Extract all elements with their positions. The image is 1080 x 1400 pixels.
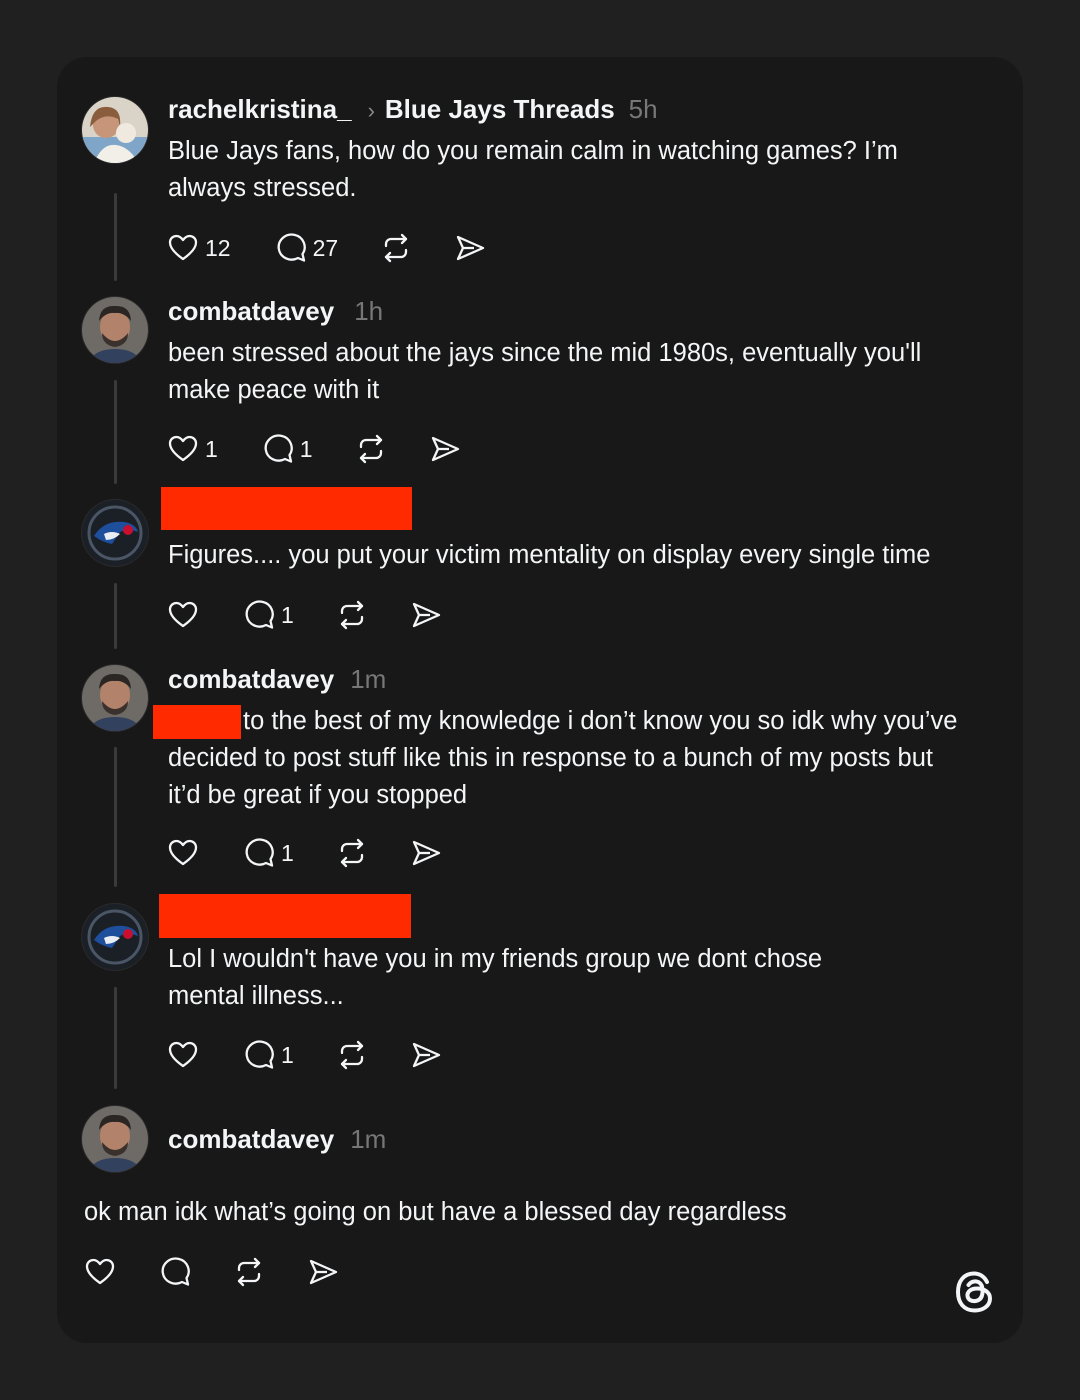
thread-line xyxy=(114,583,117,649)
send-icon xyxy=(412,1042,440,1068)
comment-icon xyxy=(161,1257,190,1286)
redacted-username xyxy=(159,894,411,938)
send-icon xyxy=(457,235,485,261)
like-count: 12 xyxy=(205,234,231,261)
repost-icon xyxy=(237,1257,261,1287)
avatar[interactable] xyxy=(82,1106,148,1172)
thread-line xyxy=(114,747,117,887)
repost-button[interactable] xyxy=(355,433,387,465)
thread-line xyxy=(114,193,117,281)
share-button[interactable] xyxy=(307,1256,339,1288)
avatar[interactable] xyxy=(82,297,148,363)
avatar[interactable] xyxy=(82,904,148,970)
redacted-mention xyxy=(153,705,241,739)
repost-button[interactable] xyxy=(380,232,412,264)
post-actions: 1 xyxy=(167,1038,442,1072)
heart-icon xyxy=(168,601,198,628)
post-actions xyxy=(84,1255,339,1289)
post-time: 1m xyxy=(350,664,387,694)
threads-logo-icon xyxy=(955,1271,993,1313)
heart-icon xyxy=(168,839,198,866)
post-time: 1m xyxy=(350,1124,387,1154)
post-header: combatdavey 1m xyxy=(168,1124,386,1154)
reply-count: 27 xyxy=(312,234,339,261)
comment-icon xyxy=(277,233,306,262)
post-text: ok man idk what’s going on but have a bl… xyxy=(84,1198,787,1226)
send-icon xyxy=(309,1259,338,1285)
heart-icon xyxy=(168,1041,198,1068)
repost-icon xyxy=(359,434,382,464)
avatar[interactable] xyxy=(82,665,148,731)
comment-icon xyxy=(245,838,274,867)
post-header: combatdavey 1h xyxy=(168,296,383,326)
repost-icon xyxy=(340,600,363,630)
chevron-right-icon: › xyxy=(367,98,375,123)
reply-button[interactable]: 27 xyxy=(275,232,339,264)
post-text: Lol I wouldn't have you in my friends gr… xyxy=(168,945,823,1010)
share-button[interactable] xyxy=(454,232,486,264)
repost-button[interactable] xyxy=(336,837,368,869)
post-header: combatdavey 1m xyxy=(168,664,386,694)
avatar[interactable] xyxy=(82,500,148,566)
post-text: to the best of my knowledge i don’t know… xyxy=(168,707,958,809)
reply-count: 1 xyxy=(281,601,294,628)
post-text: Blue Jays fans, how do you remain calm i… xyxy=(168,137,898,202)
redacted-username xyxy=(161,487,412,530)
post-time: 5h xyxy=(628,94,658,124)
username[interactable]: combatdavey xyxy=(168,664,334,694)
like-button[interactable] xyxy=(167,599,199,631)
username[interactable]: combatdavey xyxy=(168,1124,334,1154)
reply-count: 1 xyxy=(281,839,294,866)
like-button[interactable] xyxy=(167,1039,199,1071)
comment-icon xyxy=(264,434,293,463)
share-button[interactable] xyxy=(429,433,461,465)
thread-line xyxy=(114,380,117,484)
community-name[interactable]: Blue Jays Threads xyxy=(385,94,615,124)
reply-button[interactable]: 1 xyxy=(243,837,294,869)
like-button[interactable] xyxy=(84,1256,116,1288)
like-button[interactable]: 12 xyxy=(167,232,231,264)
repost-icon xyxy=(385,233,408,263)
reply-button[interactable]: 1 xyxy=(243,1039,294,1071)
share-button[interactable] xyxy=(410,599,442,631)
post-header: rachelkristina_ › Blue Jays Threads 5h xyxy=(168,94,658,126)
heart-icon xyxy=(168,234,198,261)
send-icon xyxy=(412,840,440,866)
send-icon xyxy=(412,602,440,628)
repost-icon xyxy=(340,1040,363,1070)
repost-icon xyxy=(340,838,363,868)
username[interactable]: rachelkristina_ xyxy=(168,94,352,124)
reply-button[interactable]: 1 xyxy=(262,433,313,465)
reply-count: 1 xyxy=(299,435,313,462)
repost-button[interactable] xyxy=(336,1039,368,1071)
heart-icon xyxy=(168,435,198,462)
like-button[interactable] xyxy=(167,837,199,869)
avatar[interactable] xyxy=(82,97,148,163)
heart-icon xyxy=(85,1258,115,1285)
send-icon xyxy=(431,436,459,462)
share-button[interactable] xyxy=(410,837,442,869)
post-actions: 1 1 xyxy=(167,432,461,466)
post-time: 1h xyxy=(354,296,384,326)
repost-button[interactable] xyxy=(233,1256,265,1288)
comment-icon xyxy=(245,1040,274,1069)
post-actions: 12 27 xyxy=(167,231,486,265)
share-button[interactable] xyxy=(410,1039,442,1071)
comment-icon xyxy=(245,600,274,629)
reply-button[interactable] xyxy=(159,1256,191,1288)
reply-count: 1 xyxy=(281,1041,294,1068)
like-count: 1 xyxy=(205,435,218,462)
thread-line xyxy=(114,987,117,1089)
reply-button[interactable]: 1 xyxy=(243,599,294,631)
post-text: Figures.... you put your victim mentalit… xyxy=(168,541,931,569)
username[interactable]: combatdavey xyxy=(168,296,334,326)
post-text: been stressed about the jays since the m… xyxy=(168,339,922,404)
like-button[interactable]: 1 xyxy=(167,433,218,465)
post-actions: 1 xyxy=(167,836,442,870)
post-actions: 1 xyxy=(167,598,442,632)
repost-button[interactable] xyxy=(336,599,368,631)
